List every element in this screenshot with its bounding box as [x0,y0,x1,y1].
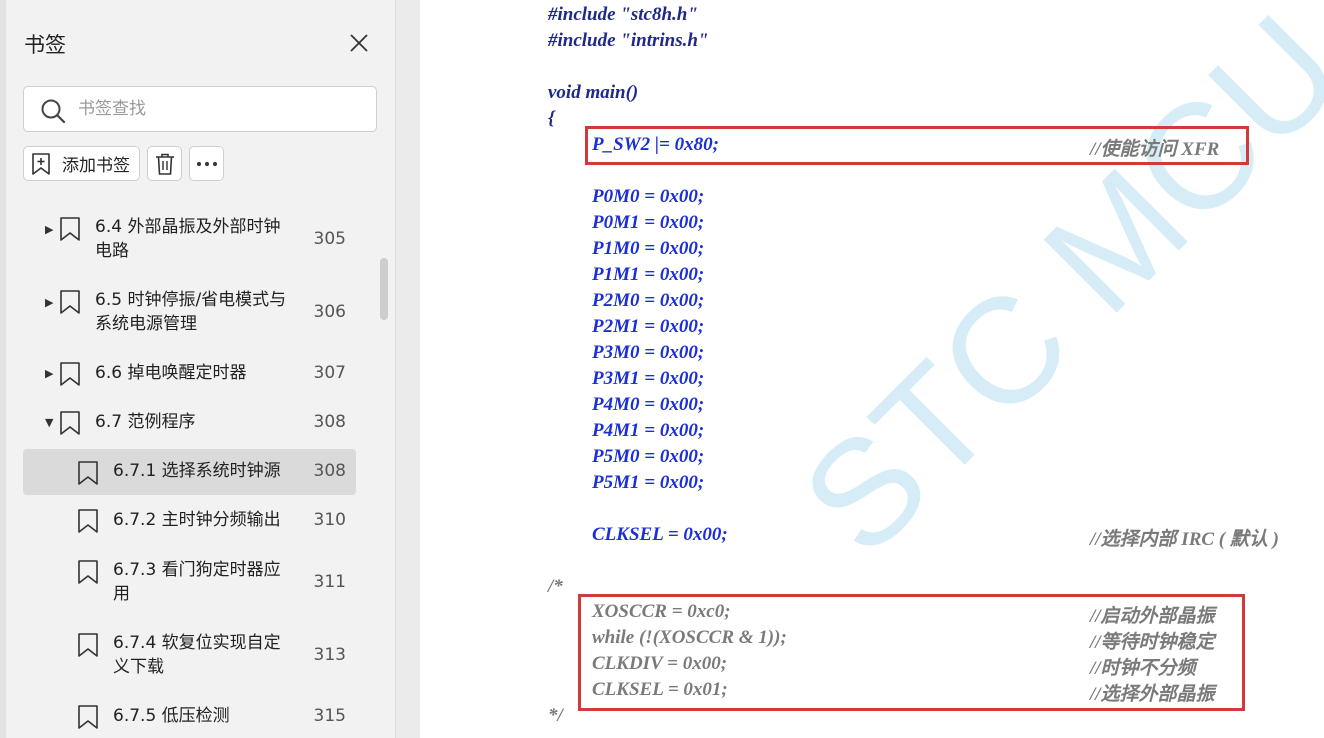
bookmark-page: 315 [313,706,346,726]
bookmark-page: 313 [313,645,346,665]
bookmark-label-line: 6.5 时钟停振/省电模式与 [95,290,287,310]
bookmark-page: 306 [313,302,346,322]
code-line: XOSCCR = 0xc0; [592,601,731,622]
bookmark-icon [78,461,98,485]
bookmark-item[interactable]: ▶ 6.6 掉电唤醒定时器 307 [23,358,356,390]
document-gutter [395,0,420,738]
bookmark-item[interactable]: 6.7.5 低压检测 315 [23,701,356,733]
add-bookmark-label: 添加书签 [62,156,130,176]
bookmark-label: 6.7 范例程序 [95,412,196,432]
bookmark-label: 6.5 时钟停振/省电模式与 系统电源管理 [95,288,286,336]
expand-arrow-icon[interactable]: ▶ [45,296,53,309]
more-options-button[interactable] [189,146,224,181]
search-box[interactable] [23,86,377,132]
watermark: STC MCU [770,0,1324,586]
expand-arrow-icon[interactable]: ▶ [45,367,53,380]
bookmark-label-line: 系统电源管理 [95,314,197,334]
close-button[interactable] [344,28,374,58]
search-input[interactable] [78,96,358,122]
bookmark-panel: 书签 添加书签 [0,0,395,738]
bookmark-label: 6.6 掉电唤醒定时器 [95,363,247,383]
bookmark-icon [60,290,80,314]
bookmark-label-line: 用 [113,584,130,604]
bookmark-item[interactable]: 6.7.4 软复位实现自定 义下载 313 [23,629,356,683]
bookmark-page: 311 [313,572,346,592]
bookmark-label-line: 6.7.3 看门狗定时器应 [113,560,281,580]
bookmark-label: 6.4 外部晶振及外部时钟 电路 [95,215,280,263]
trash-icon [155,153,174,175]
bookmark-label: 6.7.5 低压检测 [113,706,230,726]
code-line: #include "intrins.h" [548,30,709,51]
code-line: P3M1 = 0x00; [592,368,705,389]
add-bookmark-icon [32,152,50,175]
code-comment: //等待时钟稳定 [1090,632,1215,653]
bookmark-label: 6.7.3 看门狗定时器应 用 [113,558,281,606]
bookmark-page: 308 [313,412,346,432]
bookmark-page: 305 [313,229,346,249]
bookmark-label-line: 电路 [95,241,129,261]
code-line: P4M1 = 0x00; [592,420,705,441]
bookmark-item[interactable]: 6.7.2 主时钟分频输出 310 [23,505,356,537]
code-line: #include "stc8h.h" [548,4,698,25]
close-icon [350,34,368,52]
bookmark-label-line: 6.4 外部晶振及外部时钟 [95,217,281,237]
code-comment: //使能访问 XFR [1090,139,1220,160]
code-comment: //选择外部晶振 [1090,684,1215,705]
code-line: CLKSEL = 0x01; [592,679,728,700]
code-line: void main() [548,82,639,103]
code-comment: //启动外部晶振 [1090,606,1215,627]
document-page: STC MCU #include "stc8h.h" #include "int… [420,0,1324,738]
code-line: { [548,108,555,129]
code-line: */ [548,705,563,726]
code-line: /* [548,576,563,597]
bookmark-item[interactable]: ▶ 6.4 外部晶振及外部时钟 电路 305 [23,213,356,267]
panel-edge [0,0,6,738]
code-line: P0M0 = 0x00; [592,186,705,207]
bookmark-item[interactable]: ▶ 6.5 时钟停振/省电模式与 系统电源管理 306 [23,286,356,340]
code-line: P4M0 = 0x00; [592,394,705,415]
code-line: P3M0 = 0x00; [592,342,705,363]
code-line: CLKDIV = 0x00; [592,653,728,674]
add-bookmark-button[interactable]: 添加书签 [23,146,140,181]
bookmark-label: 6.7.4 软复位实现自定 义下载 [113,631,281,679]
bookmark-label-line: 6.7.4 软复位实现自定 [113,633,281,653]
code-line: P5M0 = 0x00; [592,446,705,467]
code-line: P2M0 = 0x00; [592,290,705,311]
bookmark-icon [78,633,98,657]
bookmark-page: 310 [313,510,346,530]
code-line: P1M0 = 0x00; [592,238,705,259]
bookmark-item[interactable]: ▼ 6.7 范例程序 308 [23,407,356,439]
bookmark-item[interactable]: 6.7.3 看门狗定时器应 用 311 [23,556,356,610]
bookmark-icon [78,560,98,584]
code-line: P5M1 = 0x00; [592,472,705,493]
sidebar-scrollbar[interactable] [380,258,388,320]
code-comment: //时钟不分频 [1090,658,1196,679]
search-icon [41,99,66,124]
bookmark-icon [78,705,98,729]
collapse-arrow-icon[interactable]: ▼ [45,416,53,429]
code-line: P0M1 = 0x00; [592,212,705,233]
bookmark-page: 308 [313,461,346,481]
bookmark-label-line: 义下载 [113,657,164,677]
more-icon [196,161,217,166]
bookmark-item-selected[interactable]: 6.7.1 选择系统时钟源 308 [23,449,356,495]
expand-arrow-icon[interactable]: ▶ [45,223,53,236]
code-comment: //选择内部 IRC ( 默认 ) [1090,529,1279,550]
bookmark-icon [60,217,80,241]
bookmark-page: 307 [313,363,346,383]
code-line: while (!(XOSCCR & 1)); [592,627,787,648]
bookmark-label: 6.7.1 选择系统时钟源 [113,461,281,481]
panel-title: 书签 [24,33,66,57]
code-line: P2M1 = 0x00; [592,316,705,337]
code-line: CLKSEL = 0x00; [592,524,728,545]
bookmark-label: 6.7.2 主时钟分频输出 [113,510,281,530]
bookmark-icon [78,509,98,533]
bookmark-icon [60,411,80,435]
delete-bookmark-button[interactable] [147,146,182,181]
code-line: P1M1 = 0x00; [592,264,705,285]
bookmark-icon [60,362,80,386]
code-line: P_SW2 |= 0x80; [592,134,719,155]
